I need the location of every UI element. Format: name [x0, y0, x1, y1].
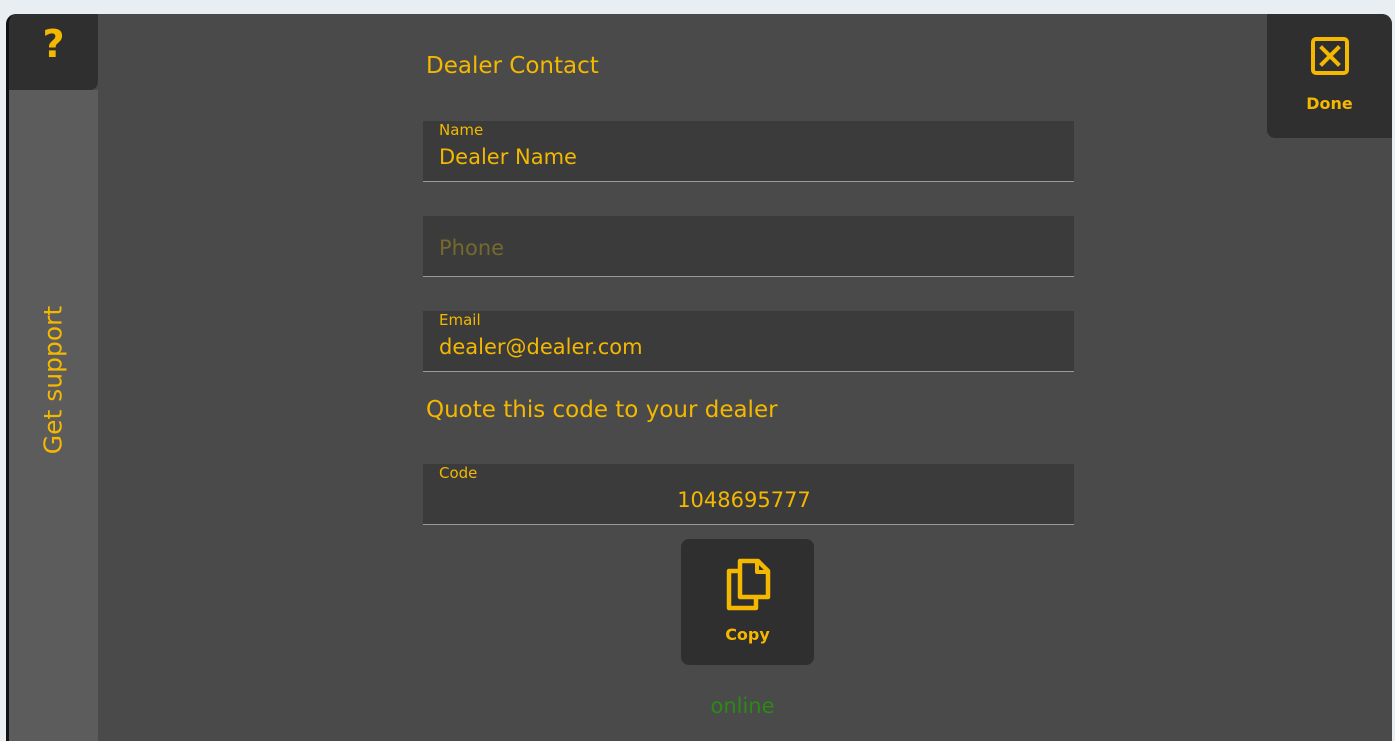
- side-panel: Get support: [9, 90, 98, 741]
- name-field-label: Name: [439, 121, 484, 139]
- connection-status: online: [9, 694, 1392, 718]
- side-panel-title: Get support: [38, 305, 68, 455]
- name-input[interactable]: [439, 145, 1049, 169]
- copy-label: Copy: [725, 625, 770, 644]
- phone-input[interactable]: [439, 236, 1049, 260]
- email-field[interactable]: Email: [423, 311, 1074, 372]
- done-label: Done: [1306, 94, 1353, 113]
- code-input[interactable]: [439, 488, 1049, 512]
- quote-code-title: Quote this code to your dealer: [426, 397, 778, 423]
- close-box-icon: [1310, 37, 1349, 75]
- code-field[interactable]: Code: [423, 464, 1074, 525]
- done-button[interactable]: Done: [1267, 14, 1392, 138]
- dealer-contact-title: Dealer Contact: [426, 53, 599, 79]
- copy-icon: [726, 558, 770, 611]
- name-field[interactable]: Name: [423, 121, 1074, 182]
- help-icon: ?: [42, 22, 65, 66]
- email-input[interactable]: [439, 335, 1049, 359]
- copy-button[interactable]: Copy: [681, 539, 814, 665]
- email-field-label: Email: [439, 311, 481, 329]
- connection-status-text: online: [710, 694, 775, 718]
- phone-field[interactable]: [423, 216, 1074, 277]
- code-field-label: Code: [439, 464, 478, 482]
- support-window: ? Get support Done Dealer Contact Name E…: [6, 14, 1392, 741]
- help-button[interactable]: ?: [9, 14, 98, 90]
